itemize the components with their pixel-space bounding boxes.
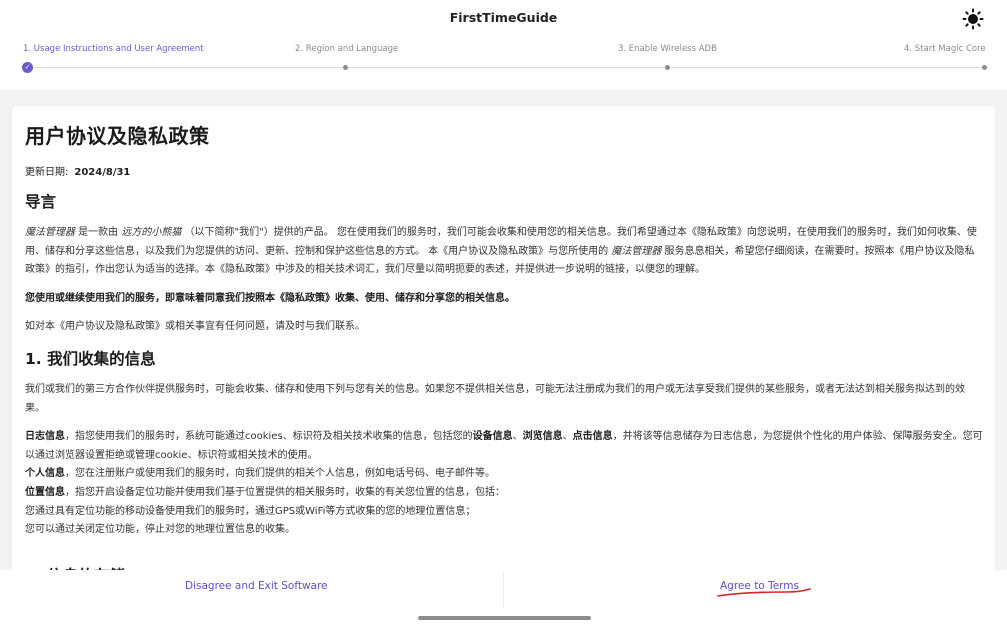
log-info-paragraph: 日志信息，指您使用我们的服务时，系统可能通过cookies、标识符及相关技术收集… bbox=[25, 431, 983, 461]
intro-paragraph: 魔法管理器 是一款由 远方的小熊猫 （以下简称"我们"）提供的产品。 您在使用我… bbox=[25, 227, 977, 276]
step-4-label[interactable]: 4. Start Magic Core bbox=[904, 44, 986, 54]
bottom-bar: Disagree and Exit Software Agree to Term… bbox=[0, 570, 1007, 630]
consent-paragraph: 您使用或继续使用我们的服务，即意味着同意我们按照本《隐私政策》收集、使用、储存和… bbox=[25, 292, 515, 304]
company-name: 远方的小熊猫 bbox=[121, 227, 182, 238]
home-indicator[interactable] bbox=[418, 616, 591, 620]
contact-paragraph: 如对本《用户协议及隐私政策》或相关事宜有任何问题，请及时与我们联系。 bbox=[25, 321, 365, 333]
disagree-exit-button[interactable]: Disagree and Exit Software bbox=[185, 580, 328, 592]
location-info-paragraph: 位置信息，指您开启设备定位功能并使用我们基于位置提供的相关服务时，收集的有关您位… bbox=[25, 486, 505, 498]
update-date: 更新日期: 2024/8/31 bbox=[25, 163, 983, 178]
location-item-1: 您通过具有定位功能的移动设备使用我们的服务时，通过GPS或WiFi等方式收集的您… bbox=[25, 505, 476, 517]
update-date-value: 2024/8/31 bbox=[74, 167, 131, 178]
step-3-label[interactable]: 3. Enable Wireless ADB bbox=[618, 44, 717, 54]
app-name: 魔法管理器 bbox=[611, 245, 662, 257]
location-item-2: 您可以通过关闭定位功能，停止对您的地理位置信息的收集。 bbox=[25, 524, 295, 536]
step-2-dot bbox=[343, 65, 348, 70]
agreement-card[interactable]: 用户协议及隐私政策 更新日期: 2024/8/31 导言 魔法管理器 是一款由 远… bbox=[12, 106, 995, 576]
step-3-dot bbox=[665, 65, 670, 70]
section-1-heading: 1. 我们收集的信息 bbox=[25, 349, 156, 368]
app-name: 魔法管理器 bbox=[25, 227, 75, 238]
red-underline-annotation bbox=[717, 588, 811, 597]
button-divider bbox=[503, 572, 504, 608]
app-title: FirstTimeGuide bbox=[449, 10, 558, 25]
stepper: 1. Usage Instructions and User Agreement… bbox=[0, 44, 1007, 74]
personal-info-paragraph: 个人信息，您在注册账户或使用我们的服务时，向我们提供的相关个人信息，例如电话号码… bbox=[25, 468, 495, 480]
intro-heading: 导言 bbox=[25, 193, 57, 211]
agreement-document: 用户协议及隐私政策 更新日期: 2024/8/31 导言 魔法管理器 是一款由 远… bbox=[25, 120, 983, 540]
update-date-label: 更新日期: bbox=[25, 167, 69, 178]
document-title: 用户协议及隐私政策 bbox=[25, 124, 210, 148]
step-2-label[interactable]: 2. Region and Language bbox=[295, 44, 398, 54]
section-1-intro: 我们或我们的第三方合作伙伴提供服务时，可能会收集、储存和使用下列与您有关的信息。… bbox=[25, 383, 965, 414]
top-bar: FirstTimeGuide 1. Usage Instructions and… bbox=[0, 0, 1007, 90]
step-1-label[interactable]: 1. Usage Instructions and User Agreement bbox=[23, 44, 204, 54]
sun-icon[interactable] bbox=[962, 8, 984, 30]
check-icon: ✓ bbox=[22, 62, 33, 73]
stepper-track bbox=[27, 67, 987, 68]
step-4-dot bbox=[982, 65, 987, 70]
